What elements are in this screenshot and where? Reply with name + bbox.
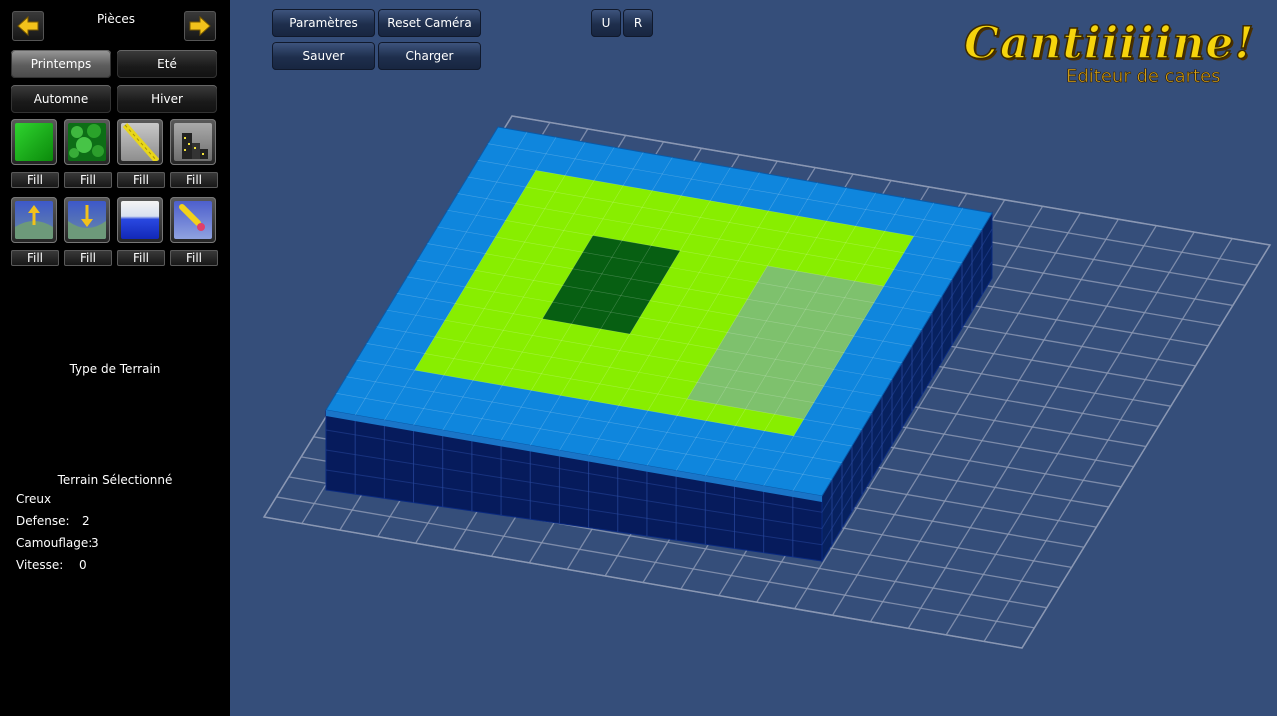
selected-terrain-heading: Terrain Sélectionné — [57, 473, 173, 487]
app-logo-subtitle: Editeur de cartes — [1066, 66, 1221, 88]
season-spring-button[interactable]: Printemps — [11, 50, 111, 78]
camouflage-value: 3 — [91, 536, 99, 550]
road-tile-icon — [121, 123, 159, 161]
fill-button-forest[interactable]: Fill — [64, 172, 112, 188]
tile-paint[interactable] — [170, 197, 216, 243]
defense-label: Defense: — [16, 514, 70, 528]
ground-grid-line — [983, 238, 1233, 642]
save-button[interactable]: Sauver — [272, 42, 375, 70]
settings-button[interactable]: Paramètres — [272, 9, 375, 37]
arrow-right-icon — [189, 15, 211, 37]
app-logo: Cantiiiiine! — [963, 17, 1255, 70]
fill-button-road[interactable]: Fill — [117, 172, 165, 188]
speed-value: 0 — [79, 558, 87, 572]
forest-tile-icon — [68, 123, 106, 161]
tile-city[interactable] — [170, 119, 216, 165]
paint-brush-icon — [174, 201, 212, 239]
fill-button-city[interactable]: Fill — [170, 172, 218, 188]
water-tile-icon — [121, 201, 159, 239]
fill-button-raise[interactable]: Fill — [11, 250, 59, 266]
terrain-type-label: Type de Terrain — [69, 362, 161, 376]
ground-grid-line — [1021, 244, 1271, 649]
undo-button[interactable]: U — [591, 9, 621, 37]
next-page-button[interactable] — [184, 11, 216, 41]
defense-value: 2 — [82, 514, 90, 528]
lower-terrain-icon — [68, 201, 106, 239]
fill-button-paint[interactable]: Fill — [170, 250, 218, 266]
tile-raise[interactable] — [11, 197, 57, 243]
fill-button-grass[interactable]: Fill — [11, 172, 59, 188]
tile-water[interactable] — [117, 197, 163, 243]
redo-button[interactable]: R — [623, 9, 653, 37]
map-block[interactable] — [325, 126, 993, 563]
ground-grid-line — [263, 516, 1023, 649]
raise-terrain-icon — [15, 201, 53, 239]
tile-road[interactable] — [117, 119, 163, 165]
pieces-title: Pièces — [97, 12, 135, 26]
season-winter-button[interactable]: Hiver — [117, 85, 217, 113]
load-button[interactable]: Charger — [378, 42, 481, 70]
season-autumn-button[interactable]: Automne — [11, 85, 111, 113]
fill-button-lower[interactable]: Fill — [64, 250, 112, 266]
city-tile-icon — [174, 123, 212, 161]
tile-lower[interactable] — [64, 197, 110, 243]
tile-grass[interactable] — [11, 119, 57, 165]
selected-terrain-name: Creux — [16, 492, 52, 506]
fill-button-water[interactable]: Fill — [117, 250, 165, 266]
season-summer-button[interactable]: Eté — [117, 50, 217, 78]
camouflage-label: Camouflage: — [16, 536, 93, 550]
speed-label: Vitesse: — [16, 558, 64, 572]
sidebar-panel: Pièces Printemps Eté Automne Hiver Fill … — [0, 0, 230, 716]
grass-tile-icon — [15, 123, 53, 161]
tile-forest[interactable] — [64, 119, 110, 165]
reset-camera-button[interactable]: Reset Caméra — [378, 9, 481, 37]
prev-page-button[interactable] — [12, 11, 44, 41]
arrow-left-icon — [17, 15, 39, 37]
